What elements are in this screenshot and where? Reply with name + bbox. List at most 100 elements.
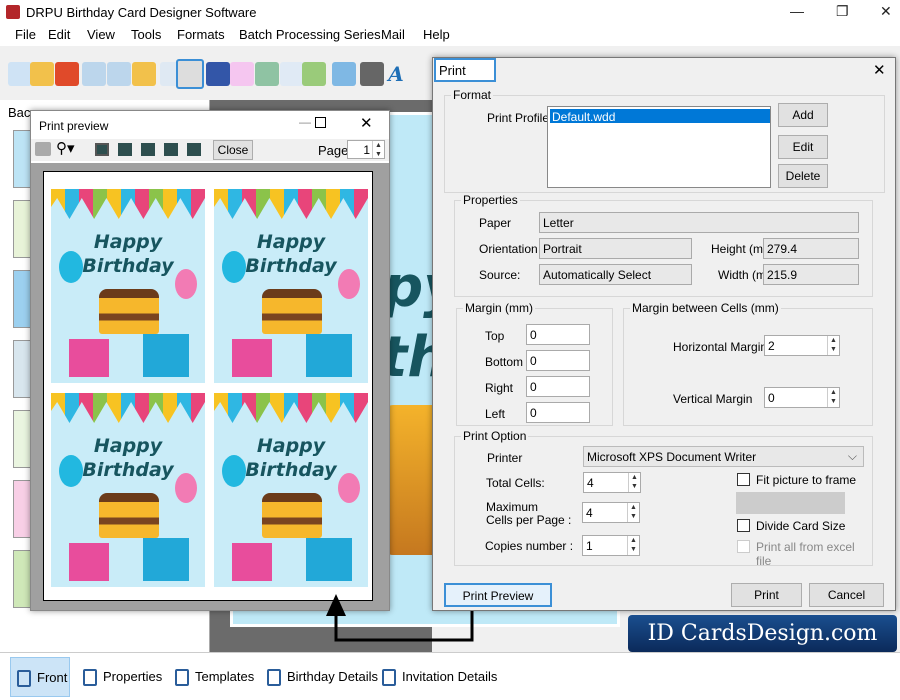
maximize-button[interactable]: ❐ — [836, 3, 849, 20]
six-pages-icon[interactable] — [187, 143, 201, 156]
tab-templates[interactable]: Templates — [169, 657, 254, 697]
close-button[interactable]: ✕ — [880, 3, 892, 20]
preview-toolbar: ⚲▾ Close Page 1 ▲ ▼ — [31, 139, 389, 161]
max-cells-stepper[interactable]: 4 ▲ ▼ — [582, 502, 640, 523]
export-icon[interactable] — [132, 62, 156, 86]
excel-checkbox[interactable] — [737, 540, 750, 553]
list-item[interactable]: Default.wdd — [550, 109, 770, 124]
fit-picture-label: Fit picture to frame — [756, 473, 857, 487]
title-bar: DRPU Birthday Card Designer Software — ❐… — [0, 0, 900, 24]
copies-label: Copies number : — [485, 539, 574, 553]
max-cells-label: Maximum — [486, 500, 539, 514]
divide-card-checkbox[interactable] — [737, 519, 750, 532]
app-icon — [6, 5, 20, 19]
print-icon[interactable] — [35, 142, 51, 156]
source-field[interactable]: Automatically Select — [539, 264, 692, 285]
height-field[interactable]: 279.4 — [763, 238, 859, 259]
menu-edit[interactable]: Edit — [48, 27, 70, 42]
birthday-details-icon — [267, 669, 281, 686]
gift-icon[interactable] — [230, 62, 254, 86]
width-field[interactable]: 215.9 — [763, 264, 859, 285]
print-profile-list[interactable]: Default.wdd — [547, 106, 771, 188]
barcode-icon[interactable] — [360, 62, 384, 86]
tab-birthday-details[interactable]: Birthday Details — [261, 657, 378, 697]
invitation-details-icon — [382, 669, 396, 686]
top-margin-input[interactable]: 0 — [526, 324, 590, 345]
front-icon — [17, 670, 31, 687]
print-icon[interactable] — [176, 59, 204, 89]
menu-help[interactable]: Help — [423, 27, 450, 42]
horizontal-margin-label: Horizontal Margin — [673, 340, 768, 354]
bottom-margin-input[interactable]: 0 — [526, 350, 590, 371]
shapes-icon[interactable] — [302, 62, 326, 86]
printer-label: Printer — [487, 451, 523, 465]
fit-mode-select[interactable] — [736, 492, 845, 514]
cell-margin-group: Margin between Cells (mm) Horizontal Mar… — [623, 301, 873, 426]
print-preview-button[interactable]: Print Preview — [444, 583, 552, 607]
save-as-icon[interactable] — [107, 62, 131, 86]
excel-label: Print all from excel file — [756, 540, 855, 568]
four-pages-icon[interactable] — [164, 143, 178, 156]
open-icon[interactable] — [30, 62, 54, 86]
print-dialog-title: Print — [434, 58, 496, 82]
total-cells-stepper[interactable]: 4 ▲ ▼ — [583, 472, 641, 493]
card-cell: Happy Birthday — [51, 393, 205, 587]
menu-file[interactable]: File — [15, 27, 36, 42]
tab-properties[interactable]: Properties — [77, 657, 162, 697]
zoom-icon[interactable]: ⚲▾ — [56, 139, 75, 157]
margin-group: Margin (mm) Top 0 Bottom 0 Right 0 Left … — [456, 301, 613, 426]
preview-area: Happy Birthday Happy Birthday Happy Birthda… — [31, 163, 389, 610]
text-icon[interactable]: A — [384, 62, 408, 86]
cancel-button[interactable]: Cancel — [809, 583, 884, 607]
menu-mail[interactable]: Mail — [381, 27, 405, 42]
templates-icon — [175, 669, 189, 686]
menu-tools[interactable]: Tools — [131, 27, 161, 42]
orientation-field[interactable]: Portrait — [539, 238, 692, 259]
close-file-icon[interactable] — [55, 62, 79, 86]
format-group: Format Print Profile Default.wdd Add Edi… — [444, 88, 885, 193]
tab-invitation-details[interactable]: Invitation Details — [376, 657, 497, 697]
horizontal-margin-stepper[interactable]: 2 ▲ ▼ — [764, 335, 840, 356]
delete-button[interactable]: Delete — [778, 164, 828, 188]
two-pages-icon[interactable] — [118, 143, 132, 156]
menu-formats[interactable]: Formats — [177, 27, 225, 42]
add-button[interactable]: Add — [778, 103, 828, 127]
copies-stepper[interactable]: 1 ▲ ▼ — [582, 535, 640, 556]
fit-picture-checkbox[interactable] — [737, 473, 750, 486]
one-page-icon[interactable] — [95, 143, 109, 156]
right-label: Right — [485, 381, 514, 395]
card-cell: Happy Birthday — [214, 393, 368, 587]
menu-view[interactable]: View — [87, 27, 115, 42]
edit-button[interactable]: Edit — [778, 135, 828, 159]
background-icon[interactable] — [206, 62, 230, 86]
properties-group: Properties Paper Letter Orientation Port… — [454, 193, 873, 297]
vertical-margin-stepper[interactable]: 0 ▲ ▼ — [764, 387, 840, 408]
bottom-tabs: Front Properties Templates Birthday Deta… — [0, 652, 900, 700]
app-title: DRPU Birthday Card Designer Software — [26, 5, 257, 20]
close-button[interactable]: Close — [213, 140, 253, 160]
tab-front[interactable]: Front — [10, 657, 70, 697]
signature-icon[interactable] — [280, 62, 304, 86]
new-icon[interactable] — [8, 62, 32, 86]
left-margin-input[interactable]: 0 — [526, 402, 590, 423]
vertical-margin-label: Vertical Margin — [673, 392, 753, 406]
left-label: Left — [485, 407, 506, 421]
watermark-icon[interactable] — [332, 62, 356, 86]
paper-field[interactable]: Letter — [539, 212, 859, 233]
close-icon[interactable]: ✕ — [873, 61, 886, 79]
save-icon[interactable] — [82, 62, 106, 86]
print-button[interactable]: Print — [731, 583, 802, 607]
three-pages-icon[interactable] — [141, 143, 155, 156]
print-option-group: Print Option Printer Microsoft XPS Docum… — [454, 429, 873, 568]
divide-card-label: Divide Card Size — [756, 519, 846, 533]
printer-select[interactable]: Microsoft XPS Document Writer ⌵ — [583, 446, 864, 467]
close-icon[interactable]: ✕ — [360, 114, 373, 132]
page-stepper[interactable]: 1 ▲ ▼ — [347, 140, 385, 159]
minimize-button[interactable]: — — [790, 3, 804, 19]
right-margin-input[interactable]: 0 — [526, 376, 590, 397]
menu-batch-processing[interactable]: Batch Processing Series — [239, 27, 381, 42]
orientation-label: Orientation — [479, 242, 538, 256]
minimize-button[interactable]: — — [299, 115, 311, 129]
maximize-button[interactable] — [315, 117, 326, 128]
image-icon[interactable] — [255, 62, 279, 86]
